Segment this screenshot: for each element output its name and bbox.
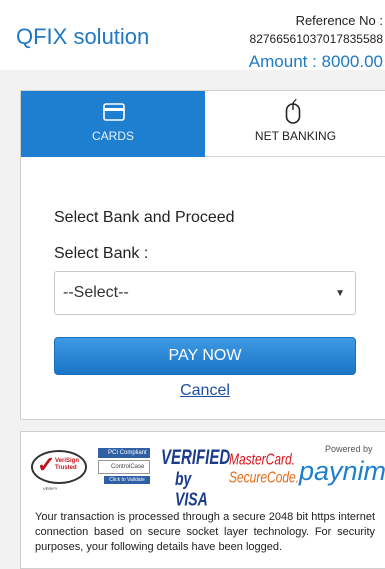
bank-select[interactable]: --Select-- ▼ xyxy=(54,271,356,315)
verified-line2: by VISA xyxy=(175,468,208,510)
mouse-icon xyxy=(285,99,301,124)
tab-cards[interactable]: CARDS xyxy=(21,91,205,157)
pay-now-button[interactable]: PAY NOW xyxy=(54,337,356,375)
pci-bottom: Click to Validate xyxy=(104,476,150,484)
security-footer: ✓ VeriSign Trusted VERIFY PCI Compliant … xyxy=(20,431,385,569)
powered-by-label: Powered by xyxy=(325,444,373,454)
mastercard-line2: SecureCode. xyxy=(229,468,300,487)
pci-mid: ControlCase xyxy=(98,460,150,474)
pci-top: PCI Compliant xyxy=(98,448,150,458)
form-heading: Select Bank and Proceed xyxy=(54,209,235,226)
reference-label: Reference No : xyxy=(295,13,383,28)
tab-cards-label: CARDS xyxy=(91,129,134,143)
trust-logos: ✓ VeriSign Trusted VERIFY PCI Compliant … xyxy=(21,432,385,510)
pci-compliant-logo: PCI Compliant ControlCase Click to Valid… xyxy=(98,448,154,488)
verisign-small: VERIFY xyxy=(43,486,58,491)
verisign-logo: ✓ VeriSign Trusted VERIFY xyxy=(31,448,89,492)
tab-net-banking[interactable]: NET BANKING xyxy=(205,91,385,157)
paynimo-main: paynim xyxy=(299,456,385,486)
amount-display: Amount : 8000.00 xyxy=(248,52,383,71)
paynimo-wordmark: paynimo xyxy=(299,456,385,487)
verisign-line2: Trusted xyxy=(55,465,77,471)
reference-number: 82766561037017835588 xyxy=(249,32,383,46)
bank-select-label: Select Bank : xyxy=(54,245,149,262)
payment-tabs: CARDS NET BANKING xyxy=(21,91,385,157)
checkmark-icon: ✓ xyxy=(37,452,56,477)
verisign-line1: VeriSign xyxy=(55,458,80,464)
page-header: QFIX solution Reference No : 82766561037… xyxy=(0,0,385,71)
brand-title: QFIX solution xyxy=(16,24,150,49)
mastercard-securecode-logo: MasterCard. SecureCode. xyxy=(229,450,299,490)
cancel-link[interactable]: Cancel xyxy=(21,382,385,400)
bank-select-value: --Select-- xyxy=(63,284,129,301)
dropdown-arrow-icon: ▼ xyxy=(335,288,345,299)
verified-line1: VERIFIED xyxy=(161,446,231,470)
credit-card-icon xyxy=(103,103,125,121)
payment-card: CARDS NET BANKING Select Bank and Procee… xyxy=(20,90,385,420)
mastercard-line1: MasterCard. xyxy=(229,450,296,469)
tab-net-banking-label: NET BANKING xyxy=(254,129,337,143)
verified-by-visa-logo: VERIFIED by VISA xyxy=(161,442,230,510)
security-notice: Your transaction is processed through a … xyxy=(35,511,375,553)
paynimo-logo: Powered by paynimo xyxy=(293,442,385,492)
